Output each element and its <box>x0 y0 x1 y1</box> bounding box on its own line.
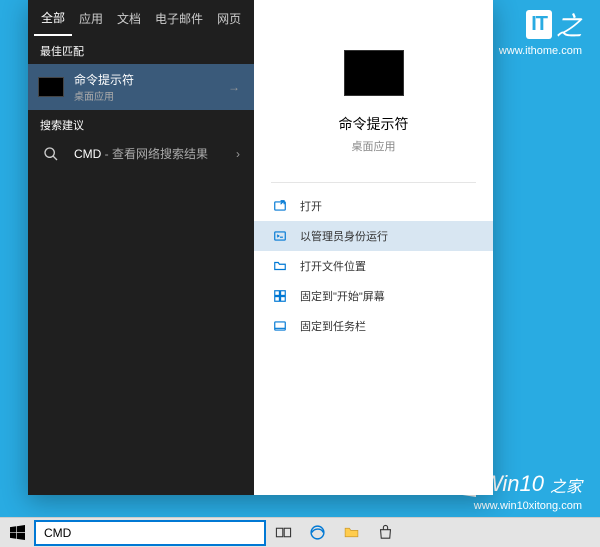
start-button[interactable] <box>0 518 34 547</box>
open-icon <box>272 199 288 213</box>
taskbar <box>0 517 600 547</box>
search-icon <box>43 146 59 162</box>
result-title: 命令提示符 <box>74 71 224 88</box>
search-detail-pane: 命令提示符 桌面应用 打开 以管理员身份运行 打开文件位置 固定到"开始"屏幕 <box>254 0 493 495</box>
search-panel: 全部 应用 文档 电子邮件 网页 更多 ▾ 反馈 ··· 最佳匹配 命令提示符 … <box>28 0 493 495</box>
task-view-button[interactable] <box>266 518 300 547</box>
action-location-label: 打开文件位置 <box>300 258 366 274</box>
app-title: 命令提示符 <box>339 114 409 134</box>
taskbar-search-box[interactable] <box>34 520 266 546</box>
taskbar-store[interactable] <box>368 518 402 547</box>
best-match-label: 最佳匹配 <box>28 36 254 64</box>
tab-apps[interactable]: 应用 <box>72 0 110 36</box>
zhijia-text: 之家 <box>550 473 582 497</box>
cmd-icon <box>38 77 64 97</box>
suggestion-cmd-web[interactable]: CMD - 查看网络搜索结果 › <box>28 138 254 170</box>
search-input[interactable] <box>44 526 256 540</box>
store-icon <box>377 524 394 541</box>
suggestions-label: 搜索建议 <box>28 110 254 138</box>
action-list: 打开 以管理员身份运行 打开文件位置 固定到"开始"屏幕 固定到任务栏 <box>254 191 493 341</box>
app-subtitle: 桌面应用 <box>352 138 396 154</box>
tab-email[interactable]: 电子邮件 <box>148 0 210 36</box>
chevron-right-icon: › <box>232 147 244 161</box>
divider <box>271 182 477 183</box>
filter-tabs: 全部 应用 文档 电子邮件 网页 更多 ▾ 反馈 ··· <box>28 0 254 36</box>
tab-all[interactable]: 全部 <box>34 0 72 36</box>
action-pin-to-taskbar[interactable]: 固定到任务栏 <box>254 311 493 341</box>
suggestion-query: CMD <box>74 147 101 161</box>
pin-start-icon <box>272 289 288 303</box>
action-open-file-location[interactable]: 打开文件位置 <box>254 251 493 281</box>
watermark-ithome: IT 之 www.ithome.com <box>499 6 582 57</box>
tab-documents[interactable]: 文档 <box>110 0 148 36</box>
edge-icon <box>309 524 326 541</box>
ithome-url: www.ithome.com <box>499 45 582 57</box>
search-left-pane: 全部 应用 文档 电子邮件 网页 更多 ▾ 反馈 ··· 最佳匹配 命令提示符 … <box>28 0 254 495</box>
action-admin-label: 以管理员身份运行 <box>300 228 388 244</box>
expand-arrow-icon[interactable]: → <box>224 80 244 94</box>
zhi-text: 之 <box>556 6 582 43</box>
windows-start-icon <box>10 525 25 540</box>
taskbar-explorer[interactable] <box>334 518 368 547</box>
app-large-icon <box>344 50 404 96</box>
win10-url: www.win10xitong.com <box>434 500 582 512</box>
action-open-label: 打开 <box>300 198 322 214</box>
suggestion-desc: - 查看网络搜索结果 <box>101 147 208 161</box>
it-logo: IT <box>526 10 552 39</box>
admin-icon <box>272 229 288 243</box>
folder-icon <box>272 259 288 273</box>
result-subtitle: 桌面应用 <box>74 88 224 103</box>
tab-web[interactable]: 网页 <box>210 0 248 36</box>
action-open[interactable]: 打开 <box>254 191 493 221</box>
action-pin-start-label: 固定到"开始"屏幕 <box>300 288 385 304</box>
folder-icon <box>343 524 360 541</box>
taskbar-edge[interactable] <box>300 518 334 547</box>
pin-taskbar-icon <box>272 319 288 333</box>
action-pin-taskbar-label: 固定到任务栏 <box>300 318 366 334</box>
action-pin-to-start[interactable]: 固定到"开始"屏幕 <box>254 281 493 311</box>
action-run-as-admin[interactable]: 以管理员身份运行 <box>254 221 493 251</box>
task-view-icon <box>275 524 292 541</box>
result-cmd[interactable]: 命令提示符 桌面应用 → <box>28 64 254 110</box>
